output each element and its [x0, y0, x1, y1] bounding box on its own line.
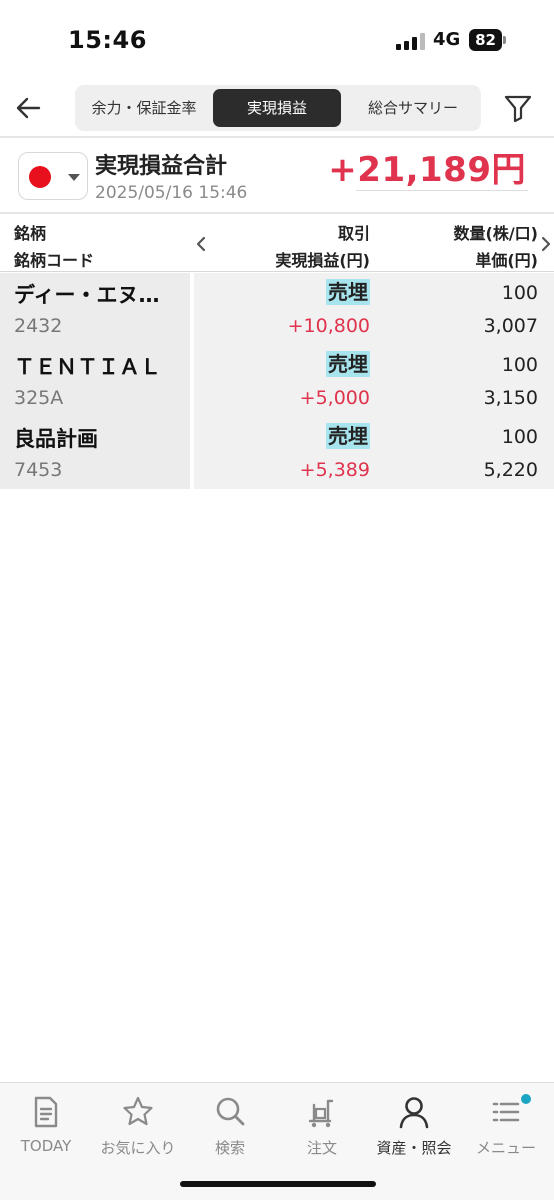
summary-total: +21,189円: [328, 150, 526, 190]
market-selector[interactable]: [18, 152, 88, 200]
nav-search[interactable]: 検索: [184, 1091, 276, 1161]
network-type: 4G: [433, 29, 461, 50]
summary-datetime: 2025/05/16 15:46: [95, 183, 248, 203]
document-icon: [34, 1096, 58, 1128]
japan-flag-icon: [29, 166, 51, 188]
nav-today[interactable]: TODAY: [0, 1091, 92, 1161]
quantity: 100: [501, 426, 538, 448]
header: 余力・保証金率 実現損益 総合サマリー: [0, 80, 554, 136]
detail-cell: 売埋 +10,800 100 3,007: [194, 273, 554, 345]
trade-type: 売埋: [326, 351, 370, 377]
battery-tip: [503, 36, 506, 44]
realized-pnl: +10,800: [287, 315, 370, 337]
col-price: 単価(円): [475, 251, 538, 270]
summary-divider: [356, 190, 528, 191]
nav-label: TODAY: [20, 1137, 72, 1155]
tab-realized-pnl[interactable]: 実現損益: [213, 89, 341, 127]
segmented-control: 余力・保証金率 実現損益 総合サマリー: [75, 85, 481, 131]
stock-code: 325A: [14, 387, 64, 409]
trade-type: 売埋: [326, 279, 370, 305]
stock-code: 2432: [14, 315, 63, 337]
nav-order[interactable]: 注文: [276, 1091, 368, 1161]
stock-name: ＴＥＮＴＩＡＬ: [14, 355, 161, 379]
name-cell: 良品計画 7453: [0, 417, 190, 489]
bottom-nav: TODAY お気に入り 検索 注文 資産・照会 メニュー: [0, 1082, 554, 1200]
trade-type: 売埋: [326, 423, 370, 449]
nav-assets[interactable]: 資産・照会: [368, 1091, 460, 1161]
battery-icon: 82: [469, 29, 502, 51]
table-row[interactable]: ＴＥＮＴＩＡＬ 325A 売埋 +5,000 100 3,150: [0, 345, 554, 417]
nav-label: 注文: [306, 1139, 337, 1157]
unit-price: 3,007: [483, 315, 538, 337]
star-icon: [123, 1096, 153, 1126]
summary-title: 実現損益合計: [95, 154, 228, 179]
caret-down-icon: [68, 174, 80, 181]
menu-icon: [492, 1102, 520, 1122]
table-row[interactable]: 良品計画 7453 売埋 +5,389 100 5,220: [0, 417, 554, 489]
name-cell: ディー・エヌ… 2432: [0, 273, 190, 345]
detail-cell: 売埋 +5,389 100 5,220: [194, 417, 554, 489]
search-icon: [216, 1097, 245, 1126]
unit-price: 5,220: [483, 459, 538, 481]
chevron-right-icon[interactable]: [540, 236, 552, 252]
tab-margin-rate[interactable]: 余力・保証金率: [75, 89, 213, 127]
stock-name: ディー・エヌ…: [14, 283, 160, 307]
person-icon: [399, 1097, 429, 1129]
chevron-left-icon[interactable]: [195, 236, 207, 252]
detail-cell: 売埋 +5,000 100 3,150: [194, 345, 554, 417]
name-cell: ＴＥＮＴＩＡＬ 325A: [0, 345, 190, 417]
notification-dot: [521, 1094, 531, 1104]
status-time: 15:46: [68, 26, 147, 54]
nav-label: メニュー: [475, 1139, 536, 1157]
realized-pnl: +5,389: [299, 459, 370, 481]
quantity: 100: [501, 282, 538, 304]
realized-pnl: +5,000: [299, 387, 370, 409]
table-header: 銘柄 銘柄コード 取引 実現損益(円) 数量(株/口) 単価(円): [0, 216, 554, 272]
col-name: 銘柄: [14, 224, 47, 243]
realized-pnl-summary: 実現損益合計 2025/05/16 15:46 +21,189円: [0, 136, 554, 214]
col-code: 銘柄コード: [14, 251, 95, 270]
signal-icon: [396, 32, 425, 50]
unit-price: 3,150: [483, 387, 538, 409]
stock-code: 7453: [14, 459, 63, 481]
nav-menu[interactable]: メニュー: [460, 1091, 552, 1161]
cart-icon: [308, 1099, 334, 1128]
quantity: 100: [501, 354, 538, 376]
tab-overall-summary[interactable]: 総合サマリー: [345, 89, 481, 127]
back-arrow-icon[interactable]: [12, 92, 44, 124]
col-trade: 取引: [337, 224, 370, 243]
col-pnl: 実現損益(円): [275, 251, 370, 270]
col-qty: 数量(株/口): [453, 224, 538, 243]
nav-label: お気に入り: [100, 1139, 176, 1157]
filter-icon[interactable]: [502, 92, 534, 124]
nav-label: 検索: [214, 1139, 245, 1157]
home-indicator: [180, 1181, 376, 1187]
nav-favorites[interactable]: お気に入り: [92, 1091, 184, 1161]
status-bar: 15:46 4G 82: [0, 0, 554, 80]
stock-name: 良品計画: [14, 427, 98, 451]
nav-label: 資産・照会: [376, 1139, 452, 1157]
table-row[interactable]: ディー・エヌ… 2432 売埋 +10,800 100 3,007: [0, 273, 554, 345]
